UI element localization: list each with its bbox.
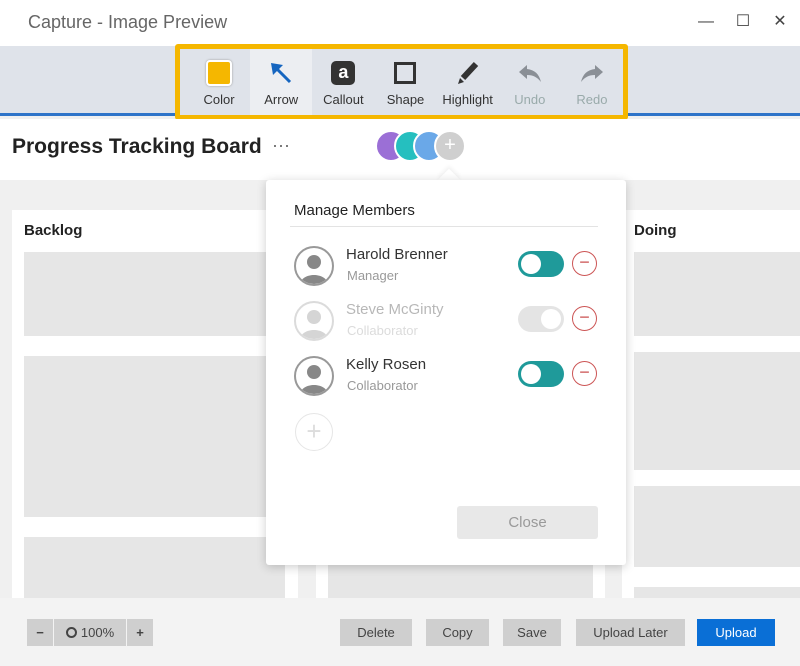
remove-member-button[interactable]: − (572, 251, 597, 276)
column-backlog: Backlog (12, 210, 298, 598)
user-avatar-icon (294, 246, 334, 286)
minimize-button[interactable]: — (694, 10, 718, 34)
tool-label: Highlight (442, 92, 493, 107)
task-card[interactable] (634, 486, 800, 567)
zoom-in-button[interactable]: + (127, 619, 153, 646)
member-role: Collaborator (347, 323, 418, 338)
manage-members-popup: Manage Members Harold Brenner Manager − … (266, 180, 626, 565)
member-name: Kelly Rosen (346, 356, 427, 373)
title-bar: Capture - Image Preview — ☐ ✕ (0, 0, 800, 46)
zoom-level-value: 100% (80, 625, 115, 640)
delete-button[interactable]: Delete (340, 619, 412, 646)
task-card[interactable] (634, 587, 800, 598)
tool-label: Color (203, 92, 235, 107)
window-title: Capture - Image Preview (28, 12, 228, 32)
board-title: Progress Tracking Board (12, 135, 262, 158)
tool-highlight[interactable]: Highlight (437, 49, 499, 115)
member-row: Steve McGinty Collaborator − (294, 301, 599, 345)
column-title: Doing (634, 222, 677, 239)
search-icon (65, 627, 77, 638)
member-row: Kelly Rosen Collaborator − (294, 356, 599, 400)
upload-later-button[interactable]: Upload Later (576, 619, 685, 646)
member-role: Manager (347, 268, 399, 283)
undo-icon (517, 58, 543, 88)
tool-label: Callout (323, 92, 364, 107)
add-member-button[interactable]: + (434, 130, 466, 162)
task-card[interactable] (24, 356, 285, 517)
tool-undo[interactable]: Undo (499, 49, 561, 115)
tool-label: Undo (514, 92, 546, 107)
zoom-level[interactable]: 100% (54, 619, 126, 646)
copy-button[interactable]: Copy (426, 619, 489, 646)
tool-shape[interactable]: Shape (374, 49, 436, 115)
color-swatch-icon (206, 58, 233, 88)
arrow-icon (268, 58, 294, 88)
user-avatar-icon (294, 301, 334, 341)
member-role: Collaborator (347, 378, 418, 393)
column-title: Backlog (24, 222, 83, 239)
tool-redo[interactable]: Redo (561, 49, 623, 115)
popup-title: Manage Members (294, 202, 415, 219)
more-options-button[interactable]: ··· (272, 135, 290, 156)
add-member-row-button[interactable]: + (295, 413, 333, 451)
tool-label: Redo (576, 92, 608, 107)
upload-button[interactable]: Upload (697, 619, 775, 646)
remove-member-button[interactable]: − (572, 306, 597, 331)
member-name: Steve McGinty (346, 301, 444, 318)
tool-label: Shape (386, 92, 425, 107)
save-button[interactable]: Save (503, 619, 561, 646)
maximize-button[interactable]: ☐ (731, 10, 755, 34)
member-enabled-toggle[interactable] (518, 361, 564, 387)
tool-color[interactable]: Color (188, 49, 250, 115)
redo-icon (579, 58, 605, 88)
annotation-toolbar: Color Arrow a Callout Shape Highlight Un… (175, 44, 628, 120)
zoom-out-button[interactable]: − (27, 619, 53, 646)
close-window-button[interactable]: ✕ (768, 10, 792, 34)
close-popup-button[interactable]: Close (457, 506, 598, 539)
task-card[interactable] (634, 252, 800, 336)
square-icon (394, 58, 417, 88)
column-doing: Doing (622, 210, 800, 598)
tool-label: Arrow (264, 92, 299, 107)
user-avatar-icon (294, 356, 334, 396)
callout-icon: a (331, 58, 356, 88)
task-card[interactable] (24, 252, 285, 336)
tool-callout[interactable]: a Callout (312, 49, 374, 115)
member-name: Harold Brenner (346, 246, 448, 263)
task-card[interactable] (24, 537, 285, 598)
divider (290, 226, 598, 227)
member-row: Harold Brenner Manager − (294, 246, 599, 290)
tool-arrow[interactable]: Arrow (250, 49, 313, 115)
member-enabled-toggle[interactable] (518, 306, 564, 332)
member-enabled-toggle[interactable] (518, 251, 564, 277)
task-card[interactable] (634, 352, 800, 470)
pen-icon (455, 58, 481, 88)
remove-member-button[interactable]: − (572, 361, 597, 386)
